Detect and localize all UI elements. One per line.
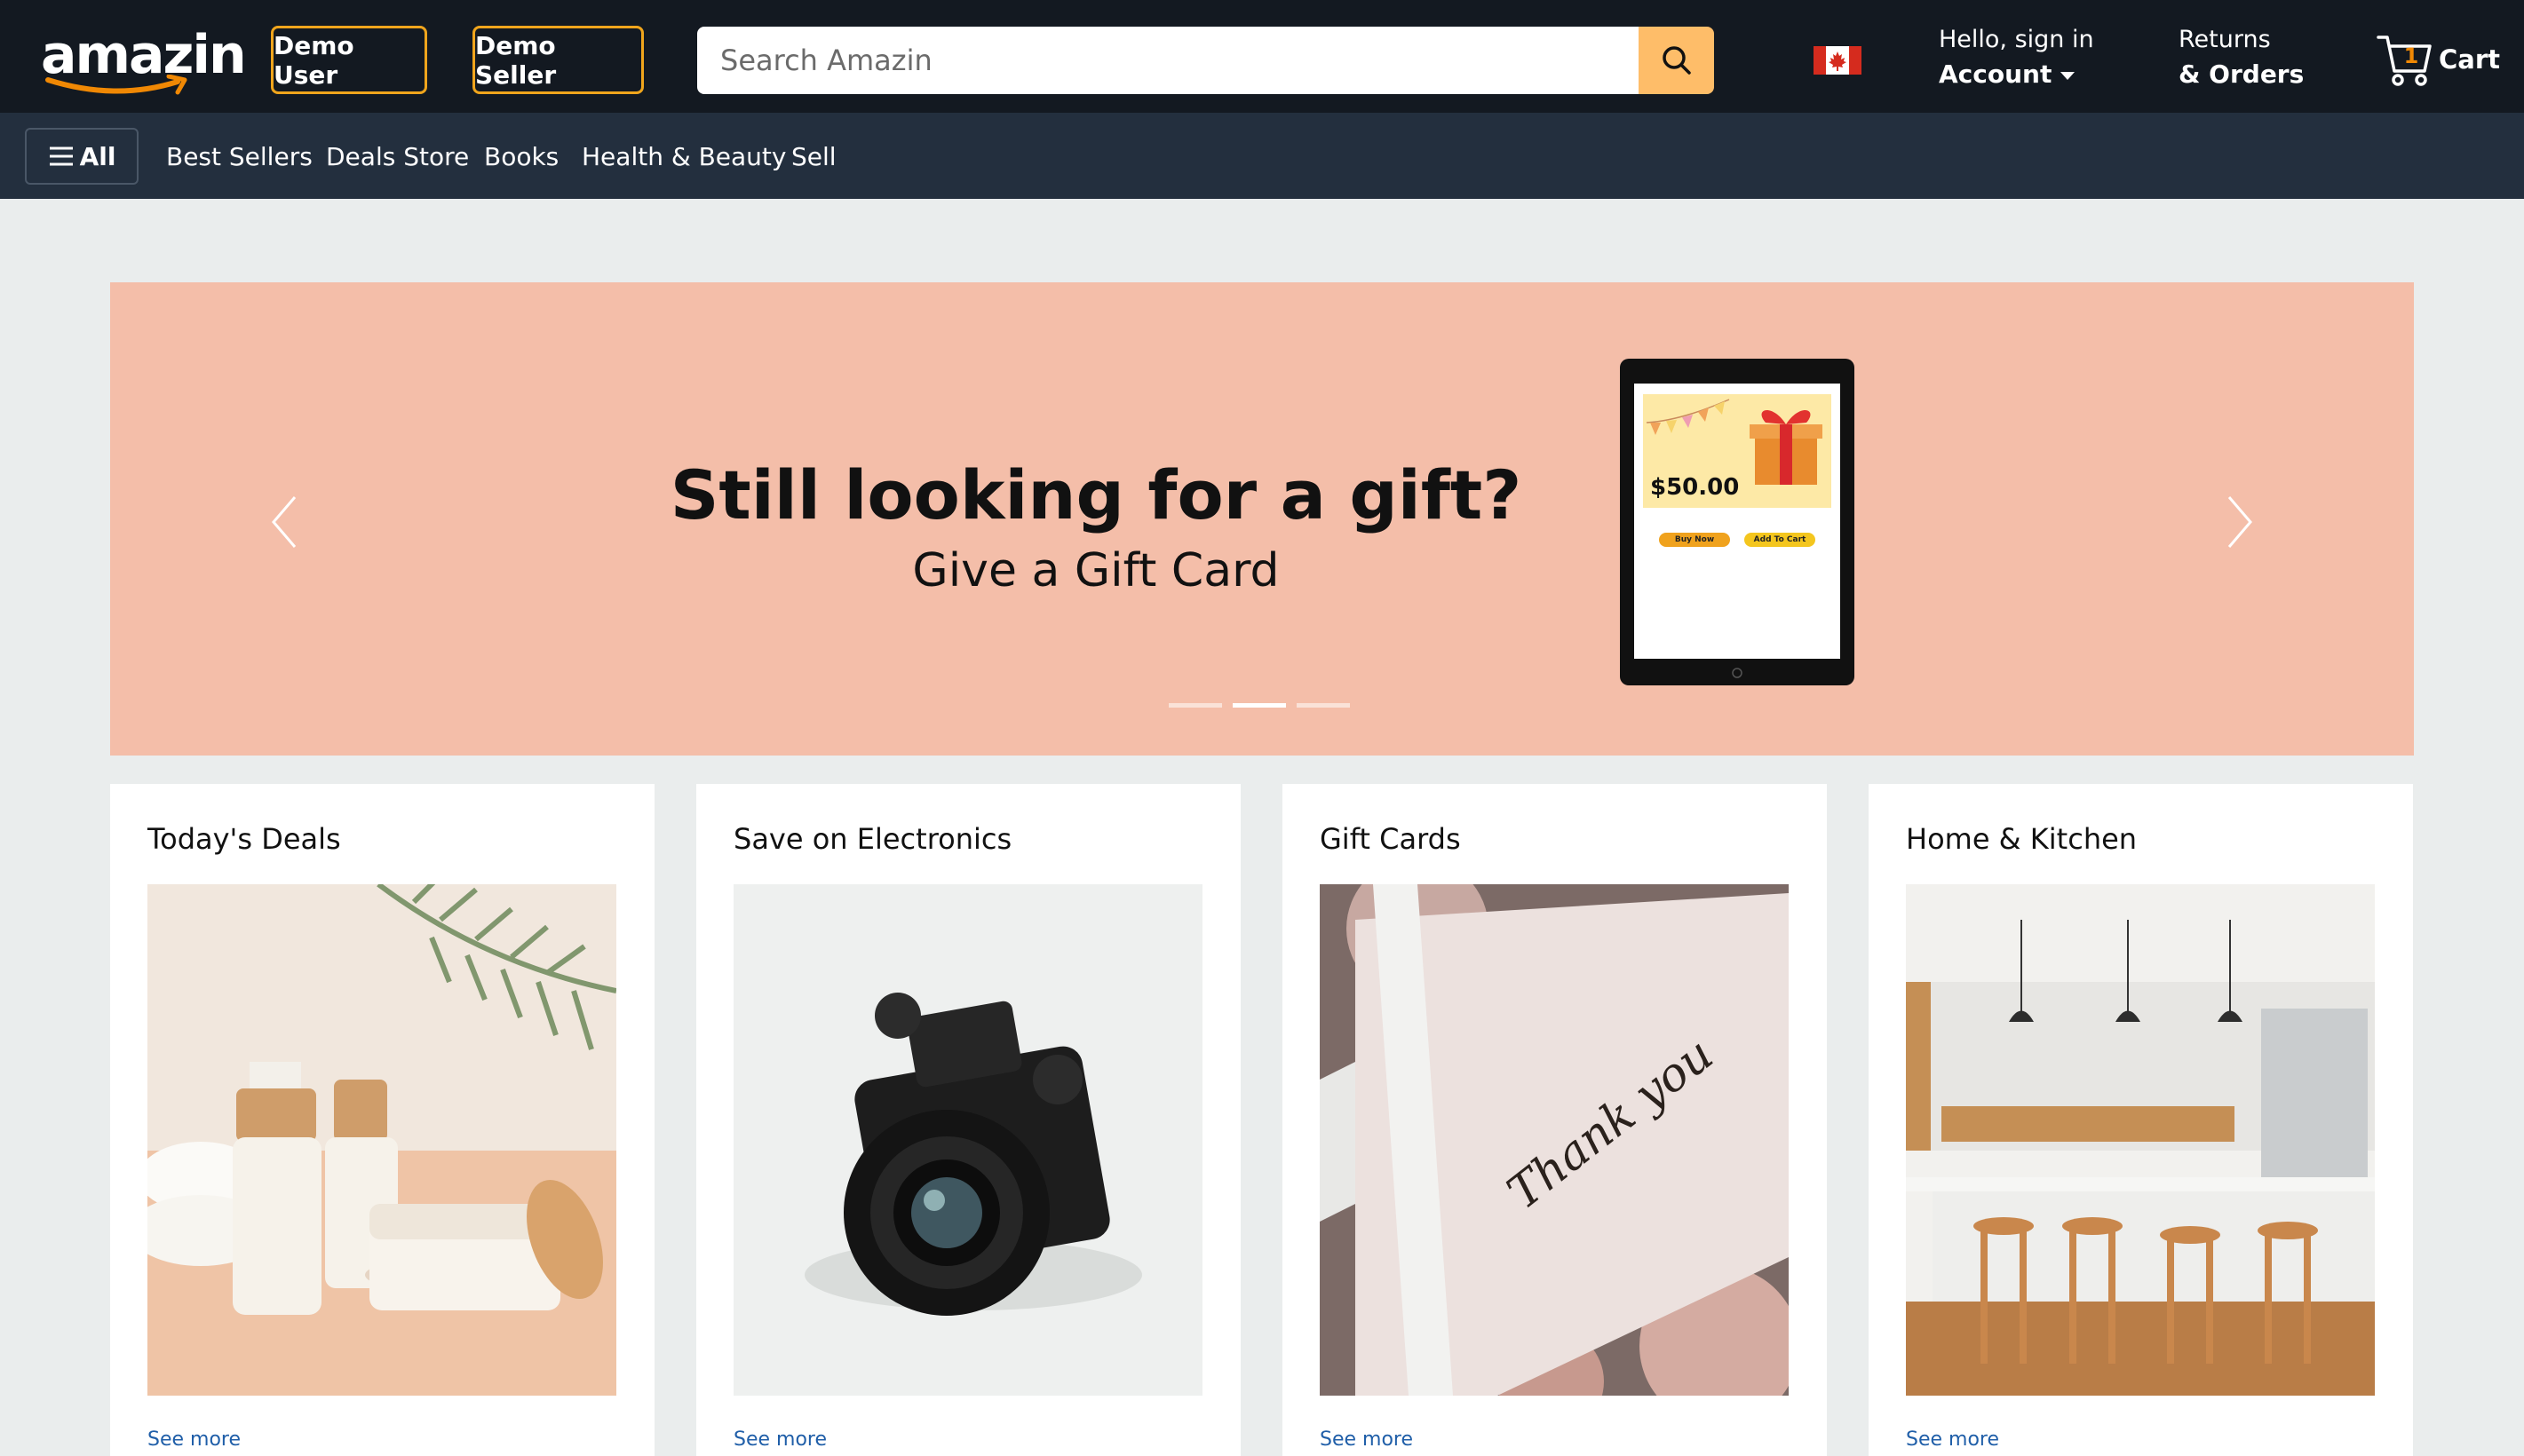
see-more-link[interactable]: See more [147, 1428, 241, 1451]
hero-carousel[interactable]: Still looking for a gift? Give a Gift Ca… [110, 282, 2414, 756]
card-gift-cards: Gift Cards Thank you See more [1282, 784, 1827, 1456]
amazin-logo[interactable]: amazin [41, 23, 247, 95]
card-save-on-electronics: Save on Electronics See more [696, 784, 1241, 1456]
bunting-icon [1646, 399, 1730, 435]
account-greeting: Hello, sign in [1939, 26, 2094, 53]
see-more-link[interactable]: See more [734, 1428, 827, 1451]
card-title: Gift Cards [1320, 822, 1461, 856]
search-input[interactable] [697, 27, 1639, 94]
demo-seller-button[interactable]: Demo Seller [472, 26, 644, 94]
tablet-buy-now: Buy Now [1659, 533, 1730, 547]
cart-button[interactable]: 1 Cart [2377, 30, 2501, 92]
kitchen-image[interactable] [1906, 884, 2375, 1396]
all-label: All [79, 141, 116, 171]
hamburger-icon [49, 146, 73, 166]
tablet-home-button-icon [1732, 668, 1742, 678]
top-header: amazin Demo User Demo Seller Hello, sign… [0, 0, 2524, 113]
carousel-indicators [1169, 703, 1350, 708]
nav-deals-store[interactable]: Deals Store [326, 139, 469, 175]
hero-text-block: Still looking for a gift? Give a Gift Ca… [625, 451, 1567, 602]
caret-down-icon [2060, 71, 2076, 80]
cart-count: 1 [2403, 44, 2419, 68]
demo-user-button[interactable]: Demo User [271, 26, 427, 94]
card-todays-deals: Today's Deals See more [110, 784, 655, 1456]
thank-you-card-image[interactable]: Thank you [1320, 884, 1789, 1396]
skincare-products-image[interactable] [147, 884, 616, 1396]
tablet-illustration: $50.00 Buy Now Add To Cart [1620, 359, 1854, 685]
chevron-right-icon[interactable] [2211, 487, 2265, 558]
returns-label: Returns [2179, 26, 2271, 53]
search-icon [1662, 46, 1691, 75]
canada-flag-icon[interactable] [1814, 46, 1861, 75]
camera-image[interactable] [734, 884, 1202, 1396]
search-button[interactable] [1639, 27, 1714, 94]
card-title: Home & Kitchen [1906, 822, 2138, 856]
see-more-link[interactable]: See more [1906, 1428, 1999, 1451]
tablet-add-to-cart: Add To Cart [1744, 533, 1815, 547]
card-home-kitchen: Home & Kitchen See more [1869, 784, 2413, 1456]
card-title: Today's Deals [147, 822, 341, 856]
nav-sell[interactable]: Sell [791, 139, 837, 175]
gift-box-icon [1750, 409, 1822, 485]
tablet-price: $50.00 [1650, 474, 1740, 501]
carousel-dot-2[interactable] [1233, 703, 1286, 708]
cart-label: Cart [2439, 44, 2501, 75]
nav-bar: All Best Sellers Deals Store Books Healt… [0, 113, 2524, 199]
account-menu[interactable]: Hello, sign in Account [1939, 23, 2094, 92]
returns-orders-link[interactable]: Returns & Orders [2179, 23, 2304, 92]
carousel-dot-3[interactable] [1297, 703, 1350, 708]
gift-card-graphic: $50.00 [1643, 394, 1831, 508]
nav-health-beauty[interactable]: Health & Beauty [582, 139, 786, 175]
account-label: Account [1939, 59, 2052, 89]
hero-subheadline: Give a Gift Card [912, 544, 1280, 597]
all-menu-button[interactable]: All [25, 128, 139, 185]
tablet-screen: $50.00 Buy Now Add To Cart [1634, 384, 1840, 659]
logo-smile-icon [45, 75, 187, 95]
chevron-left-icon[interactable] [259, 487, 313, 558]
nav-best-sellers[interactable]: Best Sellers [166, 139, 313, 175]
search-bar [697, 27, 1714, 94]
carousel-dot-1[interactable] [1169, 703, 1222, 708]
nav-books[interactable]: Books [484, 139, 559, 175]
see-more-link[interactable]: See more [1320, 1428, 1413, 1451]
orders-label: & Orders [2179, 59, 2305, 89]
hero-headline: Still looking for a gift? [670, 455, 1522, 534]
card-title: Save on Electronics [734, 822, 1012, 856]
